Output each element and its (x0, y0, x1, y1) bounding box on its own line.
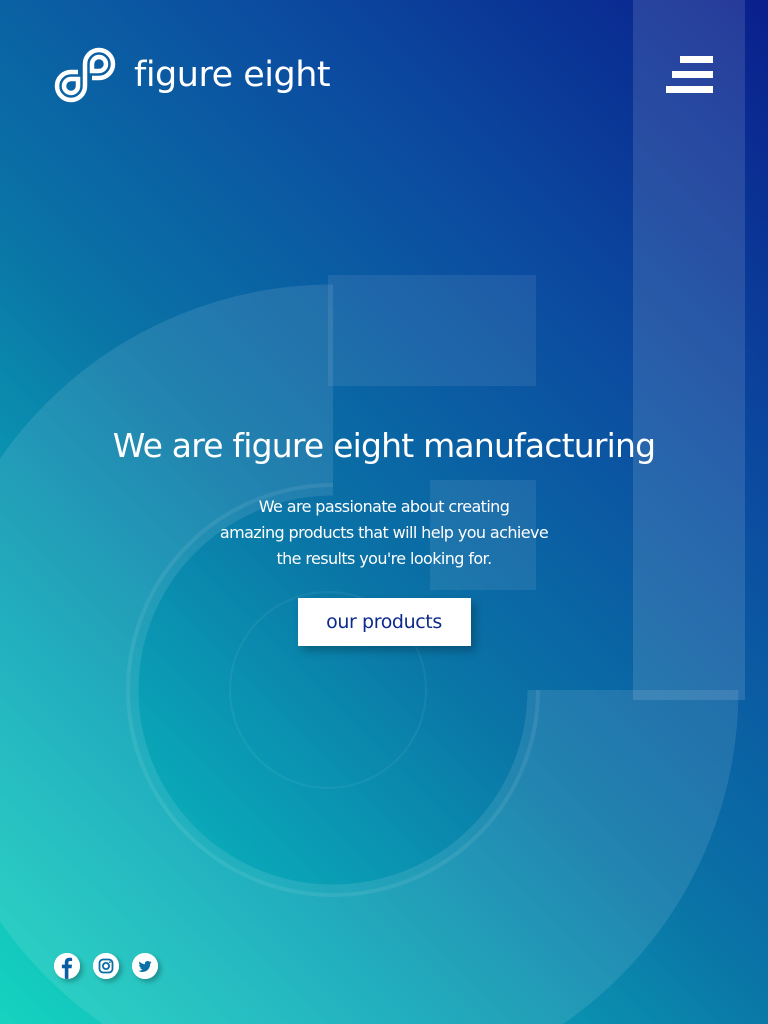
menu-line-middle (672, 71, 713, 78)
twitter-glyph (132, 953, 158, 979)
menu-line-bottom (666, 86, 713, 93)
site-header: figure eight (0, 0, 768, 130)
landing-page: figure eight We are figure eight manufac… (0, 0, 768, 1024)
hero-title: We are figure eight manufacturing (112, 426, 656, 465)
menu-line-top (680, 56, 713, 63)
facebook-icon[interactable] (54, 953, 80, 979)
hero-description-line: the results you're looking for. (276, 549, 492, 568)
brand-logo[interactable]: figure eight (54, 44, 331, 106)
hero-description: We are passionate about creating amazing… (184, 494, 584, 572)
twitter-icon[interactable] (132, 953, 158, 979)
hero-description-line: amazing products that will help you achi… (219, 523, 549, 542)
brand-name: figure eight (134, 54, 331, 95)
hero-description-line: We are passionate about creating (258, 497, 510, 516)
instagram-icon[interactable] (93, 953, 119, 979)
hamburger-menu-icon[interactable] (662, 52, 718, 98)
instagram-glyph (93, 953, 119, 979)
figure-eight-logo-icon (54, 47, 116, 103)
facebook-glyph (54, 953, 80, 979)
our-products-button[interactable]: our products (297, 598, 471, 646)
social-links (54, 953, 158, 979)
hero-section: We are figure eight manufacturing We are… (0, 420, 768, 646)
